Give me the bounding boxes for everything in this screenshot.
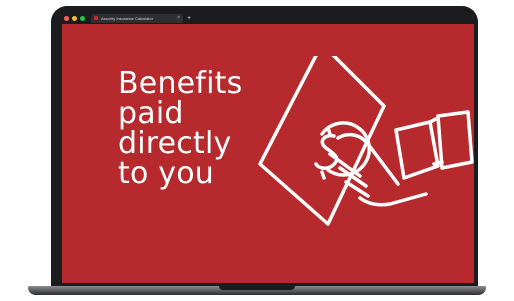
tab-close-icon[interactable]: × bbox=[177, 15, 180, 21]
tab-title: Assurity Insurance Calculator bbox=[101, 15, 154, 21]
window-maximize-button[interactable] bbox=[80, 15, 85, 21]
assurity-logo-icon bbox=[94, 16, 98, 20]
screen: Benefits paid directly to you bbox=[62, 24, 474, 283]
browser-tab-bar: Assurity Insurance Calculator × + bbox=[62, 12, 474, 24]
browser-tab[interactable]: Assurity Insurance Calculator × bbox=[91, 13, 183, 23]
new-tab-button[interactable]: + bbox=[187, 15, 191, 22]
headline-line: directly bbox=[118, 126, 232, 161]
hero-headline: Benefits paid directly to you bbox=[118, 69, 242, 189]
window-close-button[interactable] bbox=[64, 15, 69, 21]
headline-line: to you bbox=[118, 156, 214, 191]
laptop-mockup: Assurity Insurance Calculator × + Benefi… bbox=[0, 0, 514, 301]
laptop-notch bbox=[219, 286, 295, 290]
window-minimize-button[interactable] bbox=[72, 15, 77, 21]
headline-line: Benefits bbox=[118, 66, 243, 101]
hand-holding-cash-icon bbox=[258, 56, 474, 226]
headline-line: paid bbox=[118, 96, 184, 131]
